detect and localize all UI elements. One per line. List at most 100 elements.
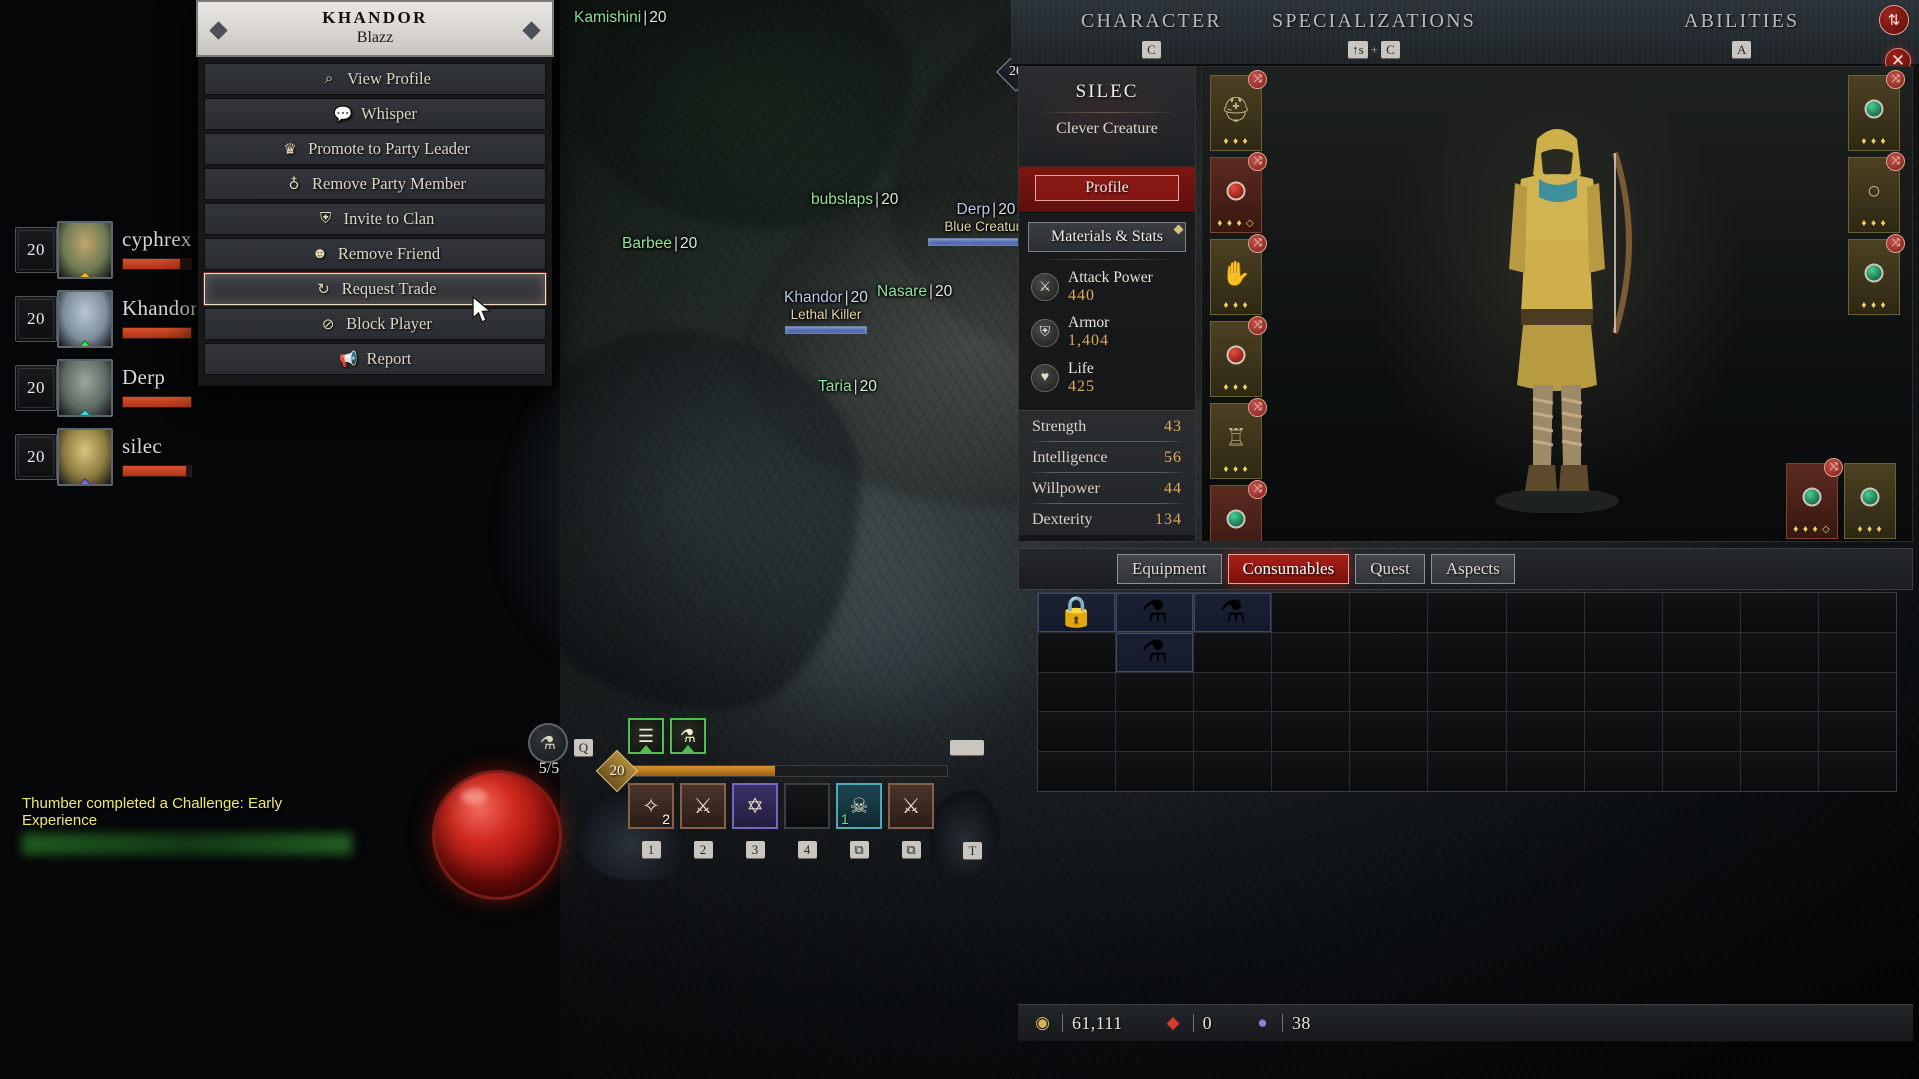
party-member-portrait[interactable] — [57, 359, 113, 417]
inventory-cell-empty[interactable] — [1506, 752, 1584, 791]
inventory-item-green-elixir-potion[interactable]: ⚗ — [1116, 593, 1194, 632]
equipment-slot-boots[interactable]: ♖ ⤨ ♦ ♦ ♦ — [1210, 398, 1267, 479]
equipment-slot-weapon-2[interactable]: ♦ ♦ ♦ — [1844, 463, 1896, 539]
inventory-cell-empty[interactable] — [1272, 632, 1350, 672]
character-doll-viewport[interactable]: ⛑⤨♦ ♦ ♦⤨♦ ♦ ♦ ◇✋⤨♦ ♦ ♦⤨♦ ♦ ♦♖⤨♦ ♦ ♦⤨♦ ♦ … — [1201, 66, 1913, 542]
inventory-cell-empty[interactable] — [1662, 632, 1740, 672]
inventory-cell-empty[interactable] — [1428, 593, 1506, 632]
party-member-portrait[interactable] — [57, 428, 113, 486]
health-orb[interactable] — [432, 770, 562, 900]
inventory-cell-empty[interactable] — [1194, 712, 1272, 752]
inventory-cell-empty[interactable] — [1272, 672, 1350, 712]
inventory-cell-empty[interactable] — [1428, 672, 1506, 712]
inventory-cell-empty[interactable] — [1116, 672, 1194, 712]
inventory-cell-empty[interactable] — [1662, 752, 1740, 791]
inventory-tab-aspects[interactable]: Aspects — [1430, 554, 1515, 584]
inventory-cell-empty[interactable] — [1740, 712, 1818, 752]
tab-specializations[interactable]: SPECIALIZATIONS ↑s + C — [1256, 6, 1492, 59]
equipment-slot-bow[interactable]: ⤨♦ ♦ ♦ — [1210, 480, 1267, 541]
potion-icon[interactable]: ⚗ — [528, 723, 568, 763]
nameplate-barbee[interactable]: Barbee | 20 — [622, 234, 697, 253]
inventory-tab-quest[interactable]: Quest — [1355, 554, 1425, 584]
materials-and-stats-button[interactable]: Materials & Stats — [1028, 222, 1186, 252]
inventory-cell-empty[interactable] — [1350, 632, 1428, 672]
context-menu-item-promote-to-party-leader[interactable]: ♛ Promote to Party Leader — [204, 133, 546, 165]
equipment-slot-pants[interactable]: ⤨ ♦ ♦ ♦ — [1210, 316, 1267, 397]
tab-abilities[interactable]: ABILITIES A — [1668, 6, 1815, 59]
skill-slot-empty-skill[interactable] — [784, 783, 830, 829]
inventory-cell-empty[interactable] — [1662, 672, 1740, 712]
inventory-cell-empty[interactable] — [1584, 672, 1662, 712]
inventory-cell-empty[interactable] — [1350, 672, 1428, 712]
equipment-slot-gloves[interactable]: ✋ ⤨ ♦ ♦ ♦ — [1210, 234, 1267, 315]
skill-slot-sword-skill[interactable]: ⚔ — [888, 783, 934, 829]
tab-character[interactable]: CHARACTER C — [1065, 6, 1238, 59]
equipment-slot-ring-1[interactable]: ○ ⤨ ♦ ♦ ♦ — [1848, 152, 1905, 233]
player-context-menu[interactable]: KHANDOR Blazz ⌕ View Profile 💬 Whisper ♛ Prom… — [196, 0, 554, 388]
inventory-cell-empty[interactable] — [1038, 632, 1116, 672]
inventory-cell-empty[interactable] — [1038, 712, 1116, 752]
inventory-cell-empty[interactable] — [1350, 593, 1428, 632]
inventory-cell-empty[interactable] — [1818, 712, 1896, 752]
inventory-item-blue-elixir-potion[interactable]: ⚗ — [1194, 593, 1272, 632]
inventory-cell-empty[interactable] — [1740, 752, 1818, 791]
equipment-slot-ring-2[interactable]: ⤨ ♦ ♦ ♦ — [1848, 234, 1905, 315]
equipment-slot-amulet[interactable]: ⤨ ♦ ♦ ♦ — [1848, 70, 1905, 151]
inventory-cell-empty[interactable] — [1662, 593, 1740, 632]
inventory-cell-empty[interactable] — [1272, 712, 1350, 752]
inventory-cell-empty[interactable] — [1428, 752, 1506, 791]
party-member-portrait[interactable] — [57, 221, 113, 279]
equipment-slot-chest[interactable]: ⤨ ♦ ♦ ♦ ◇ — [1210, 152, 1267, 233]
inventory-cell-empty[interactable] — [1506, 712, 1584, 752]
inventory-cell-empty[interactable] — [1194, 752, 1272, 791]
skill-slot-puncture-skill[interactable]: ✧ 2 — [628, 783, 674, 829]
skill-slot-blade-skill[interactable]: ⚔ — [680, 783, 726, 829]
inventory-item-green-elixir-potion[interactable]: ⚗ — [1116, 632, 1194, 672]
context-menu-item-invite-to-clan[interactable]: ⛨ Invite to Clan — [204, 203, 546, 235]
nameplate-nasare[interactable]: Nasare | 20 — [877, 282, 952, 301]
context-menu-item-report[interactable]: 📢 Report — [204, 343, 546, 375]
equipment-slot-weapon-1[interactable]: ⤨ ♦ ♦ ♦ ◇ — [1786, 458, 1843, 539]
inventory-cell-empty[interactable] — [1740, 593, 1818, 632]
skill-bar[interactable]: 20 ✧ 2 ⚔ ✡ ☠ 1 ⚔ 1 2 3 4 ⧉ ⧉ — [595, 749, 948, 858]
inventory-cell-empty[interactable] — [1350, 752, 1428, 791]
inventory-cell-empty[interactable] — [1506, 593, 1584, 632]
inventory-cell-empty[interactable] — [1038, 752, 1116, 791]
skill-slot-shadow-step-skill[interactable]: ✡ — [732, 783, 778, 829]
party-member-cyphrex[interactable]: 20 cyphrex — [10, 215, 220, 282]
inventory-cell-empty[interactable] — [1194, 672, 1272, 712]
inventory-cell-empty[interactable] — [1116, 752, 1194, 791]
inventory-cell-empty[interactable] — [1740, 632, 1818, 672]
inventory-cell-empty[interactable] — [1818, 593, 1896, 632]
equipment-slot-helm[interactable]: ⛑ ⤨ ♦ ♦ ♦ — [1210, 70, 1267, 151]
inventory-cell-empty[interactable] — [1194, 632, 1272, 672]
party-member-khandor[interactable]: 20 Khandor — [10, 284, 220, 351]
party-member-portrait[interactable] — [57, 290, 113, 348]
context-menu-item-view-profile[interactable]: ⌕ View Profile — [204, 63, 546, 95]
inventory-cell-empty[interactable] — [1506, 632, 1584, 672]
inventory-cell-empty[interactable] — [1350, 712, 1428, 752]
character-panel[interactable]: CHARACTER C SPECIALIZATIONS ↑s + C ABILITI… — [1011, 0, 1919, 1079]
inventory-cell-empty[interactable] — [1506, 672, 1584, 712]
inventory-cell-empty[interactable] — [1584, 752, 1662, 791]
inventory-cell-empty[interactable] — [1662, 712, 1740, 752]
inventory-cell-empty[interactable] — [1272, 752, 1350, 791]
nameplate-bubslaps[interactable]: bubslaps | 20 — [811, 190, 898, 209]
nameplate-taria[interactable]: Taria | 20 — [818, 377, 877, 396]
context-menu-item-whisper[interactable]: 💬 Whisper — [204, 98, 546, 130]
inventory-tab-equipment[interactable]: Equipment — [1117, 554, 1222, 584]
inventory-cell-empty[interactable] — [1584, 593, 1662, 632]
inventory-cell-empty[interactable] — [1584, 632, 1662, 672]
inventory-grid[interactable]: 🔒 ⚗ ⚗ ⚗ — [1037, 592, 1897, 792]
inventory-cell-empty[interactable] — [1818, 632, 1896, 672]
inventory-cell-empty[interactable] — [1818, 672, 1896, 712]
context-menu-item-remove-friend[interactable]: ☻ Remove Friend — [204, 238, 546, 270]
context-menu-item-remove-party-member[interactable]: ♁ Remove Party Member — [204, 168, 546, 200]
inventory-cell-empty[interactable] — [1272, 593, 1350, 632]
sort-inventory-icon[interactable]: ⇅ — [1879, 5, 1909, 35]
nameplate-khandor[interactable]: Khandor | 20 Lethal Killer — [784, 288, 868, 335]
nameplate-kamishini[interactable]: Kamishini | 20 — [574, 8, 666, 27]
inventory-item-elixir-lock-potion[interactable]: 🔒 — [1038, 593, 1116, 632]
party-list[interactable]: 20 cyphrex 20 Khandor 20 Derp 20 silec — [10, 215, 220, 491]
profile-button[interactable]: Profile — [1035, 175, 1179, 201]
